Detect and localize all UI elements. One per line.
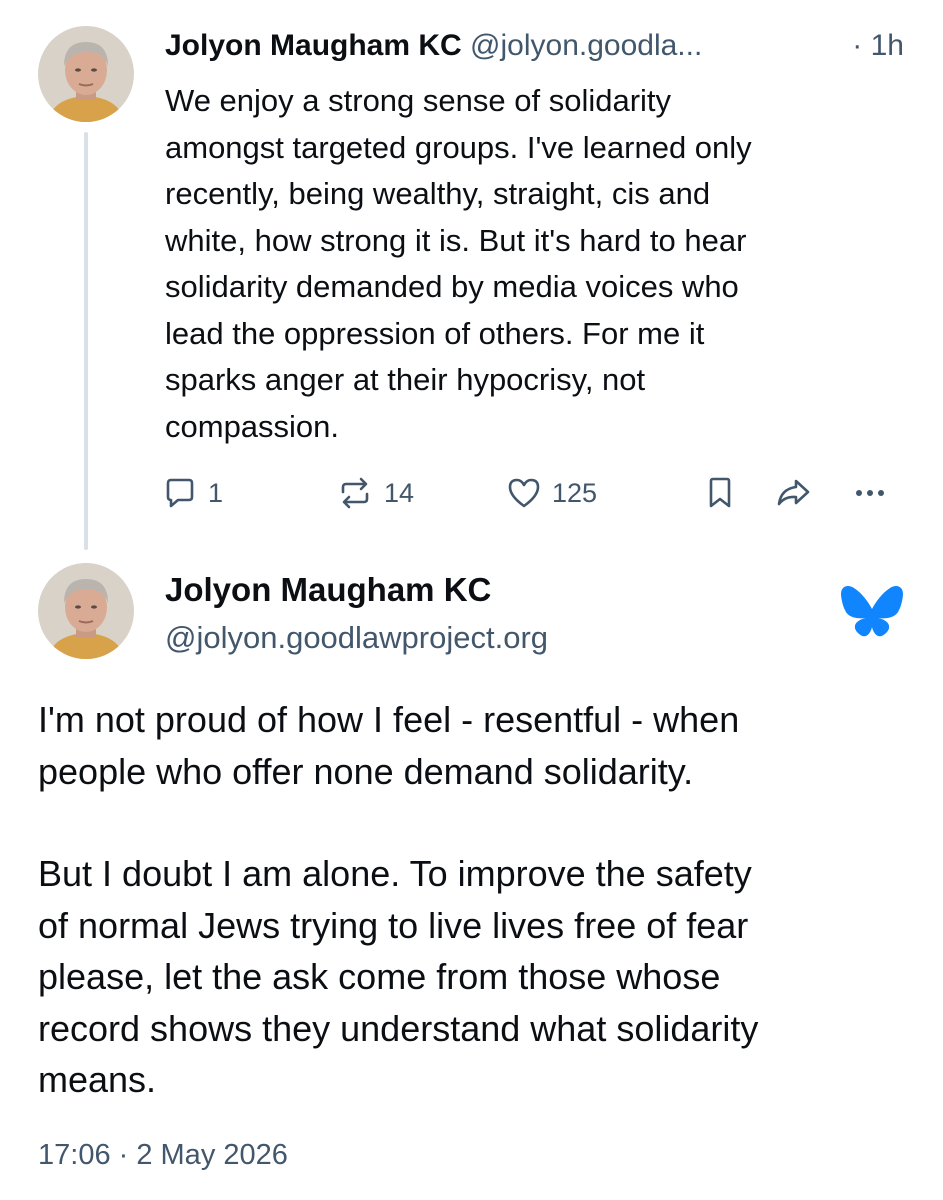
author-handle[interactable]: @jolyon.goodlawproject.org <box>165 616 548 660</box>
ellipsis-icon <box>856 490 884 496</box>
post-text: We enjoy a strong sense of solidarity am… <box>165 78 895 450</box>
post-text-line: We enjoy a strong sense of solidarity <box>165 83 672 118</box>
post-text-line: of normal Jews trying to live lives free… <box>38 904 749 946</box>
reply-button[interactable]: 1 <box>162 470 223 516</box>
author-name[interactable]: Jolyon Maugham KC <box>165 568 491 612</box>
post-text-line: amongst targeted groups. I've learned on… <box>165 129 752 165</box>
post-text-line: lead the oppression of others. For me it <box>165 315 705 351</box>
repost-arrows-icon <box>341 477 369 509</box>
post-text-line: please, let the ask come from those whos… <box>38 956 721 997</box>
author-name[interactable]: Jolyon Maugham KC <box>165 29 462 62</box>
bluesky-butterfly-icon <box>841 586 903 637</box>
avatar[interactable] <box>38 26 134 122</box>
bookmark-icon <box>709 477 731 508</box>
avatar[interactable] <box>38 563 134 659</box>
post-text: I'm not proud of how I feel - resentful … <box>38 694 918 1106</box>
post-text-line: compassion. <box>165 408 340 444</box>
post-text-line: recently, being wealthy, straight, cis a… <box>165 176 711 211</box>
post-text-line: people who offer none demand solidarity. <box>38 750 694 792</box>
post-text-line: means. <box>38 1059 157 1100</box>
post-timestamp[interactable]: 17:06 · 2 May 2026 <box>38 1133 288 1177</box>
reply-count: 1 <box>208 477 224 508</box>
post-header: Jolyon Maugham KC @jolyon.goodla... · 1h <box>165 24 920 68</box>
speech-bubble-icon <box>166 478 194 508</box>
post-paragraph: I'm not proud of how I feel - resentful … <box>38 694 918 797</box>
like-count: 125 <box>552 477 598 508</box>
author-handle[interactable]: @jolyon.goodla... <box>470 29 702 62</box>
share-arrow-icon <box>777 479 810 506</box>
post-text-line: solidarity demanded by media voices who <box>165 269 739 304</box>
post-text-line: sparks anger at their hypocrisy, not <box>165 362 646 397</box>
post-time-ago[interactable]: · 1h <box>852 24 904 68</box>
bookmark-button[interactable] <box>704 470 736 516</box>
like-button[interactable]: 125 <box>506 470 597 516</box>
more-options-button[interactable] <box>850 470 890 516</box>
post-actions-bar: 1 14 125 <box>160 470 900 516</box>
repost-button[interactable]: 14 <box>336 470 414 516</box>
post-text-line: But I doubt I am alone. To improve the s… <box>38 853 752 894</box>
heart-outline-icon <box>508 478 540 508</box>
repost-count: 14 <box>384 477 415 508</box>
post-text-line: white, how strong it is. But it's hard t… <box>165 222 747 258</box>
post-text-line: I'm not proud of how I feel - resentful … <box>38 699 740 740</box>
post-text-line: record shows they understand what solida… <box>38 1007 759 1049</box>
post-paragraph: But I doubt I am alone. To improve the s… <box>38 848 918 1106</box>
avatar-photo <box>38 26 134 122</box>
avatar-photo <box>38 563 134 659</box>
share-button[interactable] <box>774 470 814 516</box>
thread-connector-line <box>84 132 88 550</box>
